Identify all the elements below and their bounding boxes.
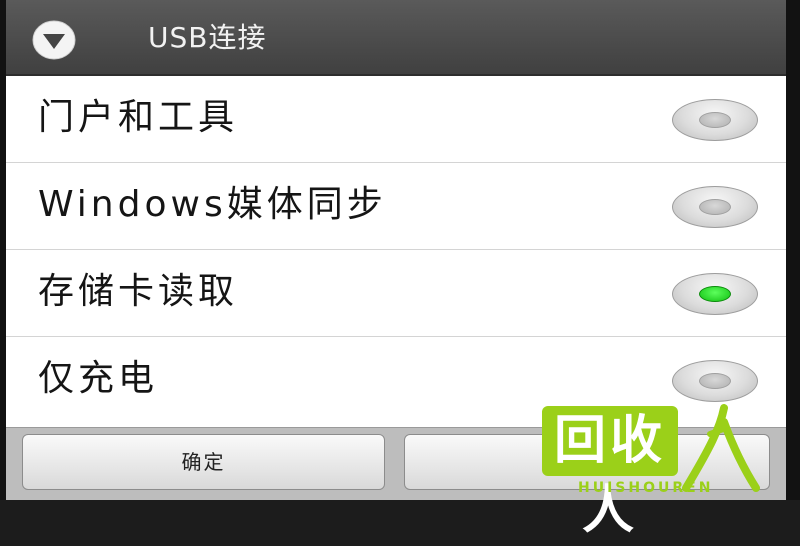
option-label: 存储卡读取 — [38, 271, 239, 312]
option-label: Windows媒体同步 — [38, 184, 387, 225]
ok-button[interactable]: 确定 — [22, 434, 385, 490]
option-label: 门户和工具 — [38, 97, 239, 138]
radio-button[interactable] — [672, 186, 758, 228]
usb-dropdown-circle-icon — [32, 20, 76, 60]
radio-indicator — [699, 199, 731, 215]
person-figure-icon — [682, 404, 760, 492]
option-label: 仅充电 — [38, 358, 159, 399]
option-portal-and-tools[interactable]: 门户和工具 — [6, 76, 786, 163]
watermark-logo-text: 回收人 — [553, 411, 666, 541]
radio-indicator — [699, 373, 731, 389]
radio-button[interactable] — [672, 99, 758, 141]
radio-indicator-selected — [699, 286, 731, 302]
screen-frame: USB连接 门户和工具 Windows媒体同步 存储卡读取 仅充电 确定 回收人… — [0, 0, 800, 541]
radio-indicator — [699, 112, 731, 128]
radio-button[interactable] — [672, 360, 758, 402]
option-windows-media-sync[interactable]: Windows媒体同步 — [6, 163, 786, 250]
watermark-logo: 回收人 HUISHOUREN — [540, 402, 760, 541]
dialog-title-bar: USB连接 — [6, 0, 786, 76]
dialog-title: USB连接 — [148, 21, 267, 54]
option-memory-card-reader[interactable]: 存储卡读取 — [6, 250, 786, 337]
radio-button-selected[interactable] — [672, 273, 758, 315]
